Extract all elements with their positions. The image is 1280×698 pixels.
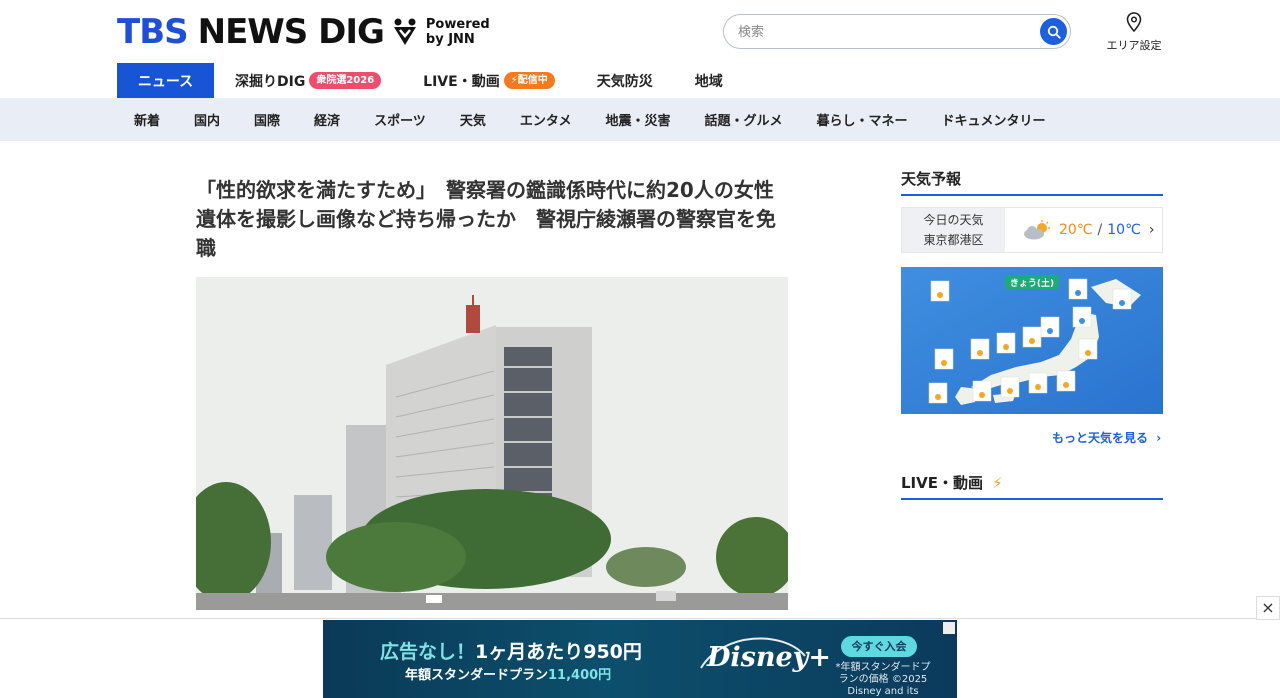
nav-fukabori-label: 深掘りDIG bbox=[235, 73, 306, 90]
live-badge: ⚡配信中 bbox=[503, 72, 555, 89]
weather-map[interactable]: きょう(土) bbox=[901, 267, 1163, 414]
ad-subline: 年額スタンダードプラン11,400円 bbox=[405, 664, 611, 683]
japan-weather-map-image: きょう(土) bbox=[901, 267, 1163, 414]
search-input[interactable] bbox=[738, 22, 1028, 42]
category-disaster[interactable]: 地震・災害 bbox=[588, 110, 687, 129]
category-international[interactable]: 国際 bbox=[237, 110, 297, 129]
more-weather-label: もっと天気を見る bbox=[1052, 431, 1149, 445]
article-headline: 「性的欲求を満たすため」 警察署の鑑識係時代に約20人の女性遺体を撮影し画像など… bbox=[196, 178, 776, 260]
logo-news-dig: NEWS DIG bbox=[197, 12, 385, 52]
today-temperatures: 20℃ / 10℃ › bbox=[1005, 208, 1162, 252]
join-now-button[interactable]: 今すぐ入会 bbox=[841, 636, 917, 657]
temp-low: 10℃ bbox=[1107, 222, 1141, 238]
disney-plus-logo: Disney+ bbox=[707, 642, 831, 673]
article-photo bbox=[196, 277, 788, 610]
nav-region-label: 地域 bbox=[694, 73, 723, 90]
cloudy-sunny-icon bbox=[1024, 220, 1050, 240]
category-economy[interactable]: 経済 bbox=[297, 110, 357, 129]
today-label-line1: 今日の天気 bbox=[923, 213, 984, 227]
category-life-money[interactable]: 暮らし・マネー bbox=[799, 110, 924, 129]
area-setting-label: エリア設定 bbox=[1106, 39, 1162, 52]
nav-news[interactable]: ニュース bbox=[117, 63, 214, 98]
ad-headline-a: 広告なし！ bbox=[380, 641, 476, 663]
today-label-line2: 東京都港区 bbox=[923, 233, 984, 247]
live-video-title-label: LIVE・動画 bbox=[901, 474, 983, 492]
search-box bbox=[723, 14, 1071, 49]
category-entertainment[interactable]: エンタメ bbox=[503, 110, 589, 129]
close-ad-button[interactable]: × bbox=[1256, 596, 1280, 620]
chevron-right-icon: › bbox=[1156, 431, 1162, 445]
nav-region[interactable]: 地域 bbox=[674, 63, 744, 98]
ad-headline: 広告なし！1ヶ月あたり950円 bbox=[380, 637, 642, 664]
ad-subline-a: 年額スタンダードプラン bbox=[405, 668, 549, 683]
temp-high: 20℃ bbox=[1059, 222, 1093, 238]
powered-line2: by JNN bbox=[425, 32, 475, 47]
police-building-image bbox=[196, 277, 788, 610]
category-documentary[interactable]: ドキュメンタリー bbox=[925, 110, 1063, 129]
disney-plus-ad-banner[interactable]: 広告なし！1ヶ月あたり950円 年額スタンダードプラン11,400円 Disne… bbox=[323, 620, 957, 698]
nav-weather-label: 天気防災 bbox=[596, 73, 653, 90]
temp-separator: / bbox=[1097, 222, 1103, 238]
category-domestic[interactable]: 国内 bbox=[177, 110, 237, 129]
ad-subline-b: 11,400円 bbox=[548, 668, 612, 683]
main-nav: ニュース 深掘りDIG 衆院選2026 LIVE・動画 ⚡配信中 天気防災 地域 bbox=[117, 63, 744, 98]
category-sports[interactable]: スポーツ bbox=[357, 110, 443, 129]
category-nav: 新着 国内 国際 経済 スポーツ 天気 エンタメ 地震・災害 話題・グルメ 暮ら… bbox=[0, 98, 1280, 141]
election-badge: 衆院選2026 bbox=[309, 72, 382, 89]
category-weather[interactable]: 天気 bbox=[443, 110, 503, 129]
search-icon bbox=[1047, 25, 1061, 39]
map-banner: きょう(土) bbox=[1010, 277, 1054, 289]
category-topics[interactable]: 話題・グルメ bbox=[687, 110, 799, 129]
weather-section-title: 天気予報 bbox=[901, 168, 1163, 196]
category-new[interactable]: 新着 bbox=[117, 110, 177, 129]
live-badge-label: 配信中 bbox=[517, 75, 548, 86]
ad-fine-print: *年額スタンダードプランの価格 ©2025 Disney and its bbox=[835, 662, 931, 697]
site-header: TBS NEWS DIG Powered by JNN エリア設定 bbox=[0, 0, 1280, 62]
today-weather-label: 今日の天気 東京都港区 bbox=[902, 208, 1005, 252]
logo-tbs: TBS bbox=[117, 12, 189, 52]
location-pin-icon bbox=[1126, 12, 1142, 33]
live-video-section-title: LIVE・動画 ⚡ bbox=[901, 472, 1163, 500]
adchoices-icon[interactable] bbox=[943, 622, 955, 634]
search-button[interactable] bbox=[1040, 18, 1067, 45]
nav-news-label: ニュース bbox=[137, 73, 194, 90]
lightning-icon: ⚡ bbox=[992, 474, 1003, 492]
nav-fukabori-dig[interactable]: 深掘りDIG 衆院選2026 bbox=[214, 63, 402, 98]
powered-line1: Powered bbox=[425, 17, 490, 32]
nav-live-video[interactable]: LIVE・動画 ⚡配信中 bbox=[402, 63, 576, 98]
nav-weather-disaster[interactable]: 天気防災 bbox=[576, 63, 674, 98]
site-logo[interactable]: TBS NEWS DIG Powered by JNN bbox=[117, 12, 490, 52]
lightning-icon: ⚡ bbox=[510, 75, 518, 86]
chevron-right-icon: › bbox=[1148, 222, 1155, 238]
powered-by-jnn: Powered by JNN bbox=[426, 17, 490, 47]
nav-live-label: LIVE・動画 bbox=[423, 73, 500, 90]
today-weather-card[interactable]: 今日の天気 東京都港区 20℃ / 10℃ › bbox=[901, 207, 1163, 253]
ad-headline-b: 1ヶ月あたり950円 bbox=[475, 641, 642, 663]
more-weather-link[interactable]: もっと天気を見る › bbox=[1052, 429, 1161, 446]
dig-mascot-icon bbox=[393, 18, 416, 45]
area-setting-button[interactable]: エリア設定 bbox=[1102, 12, 1166, 53]
